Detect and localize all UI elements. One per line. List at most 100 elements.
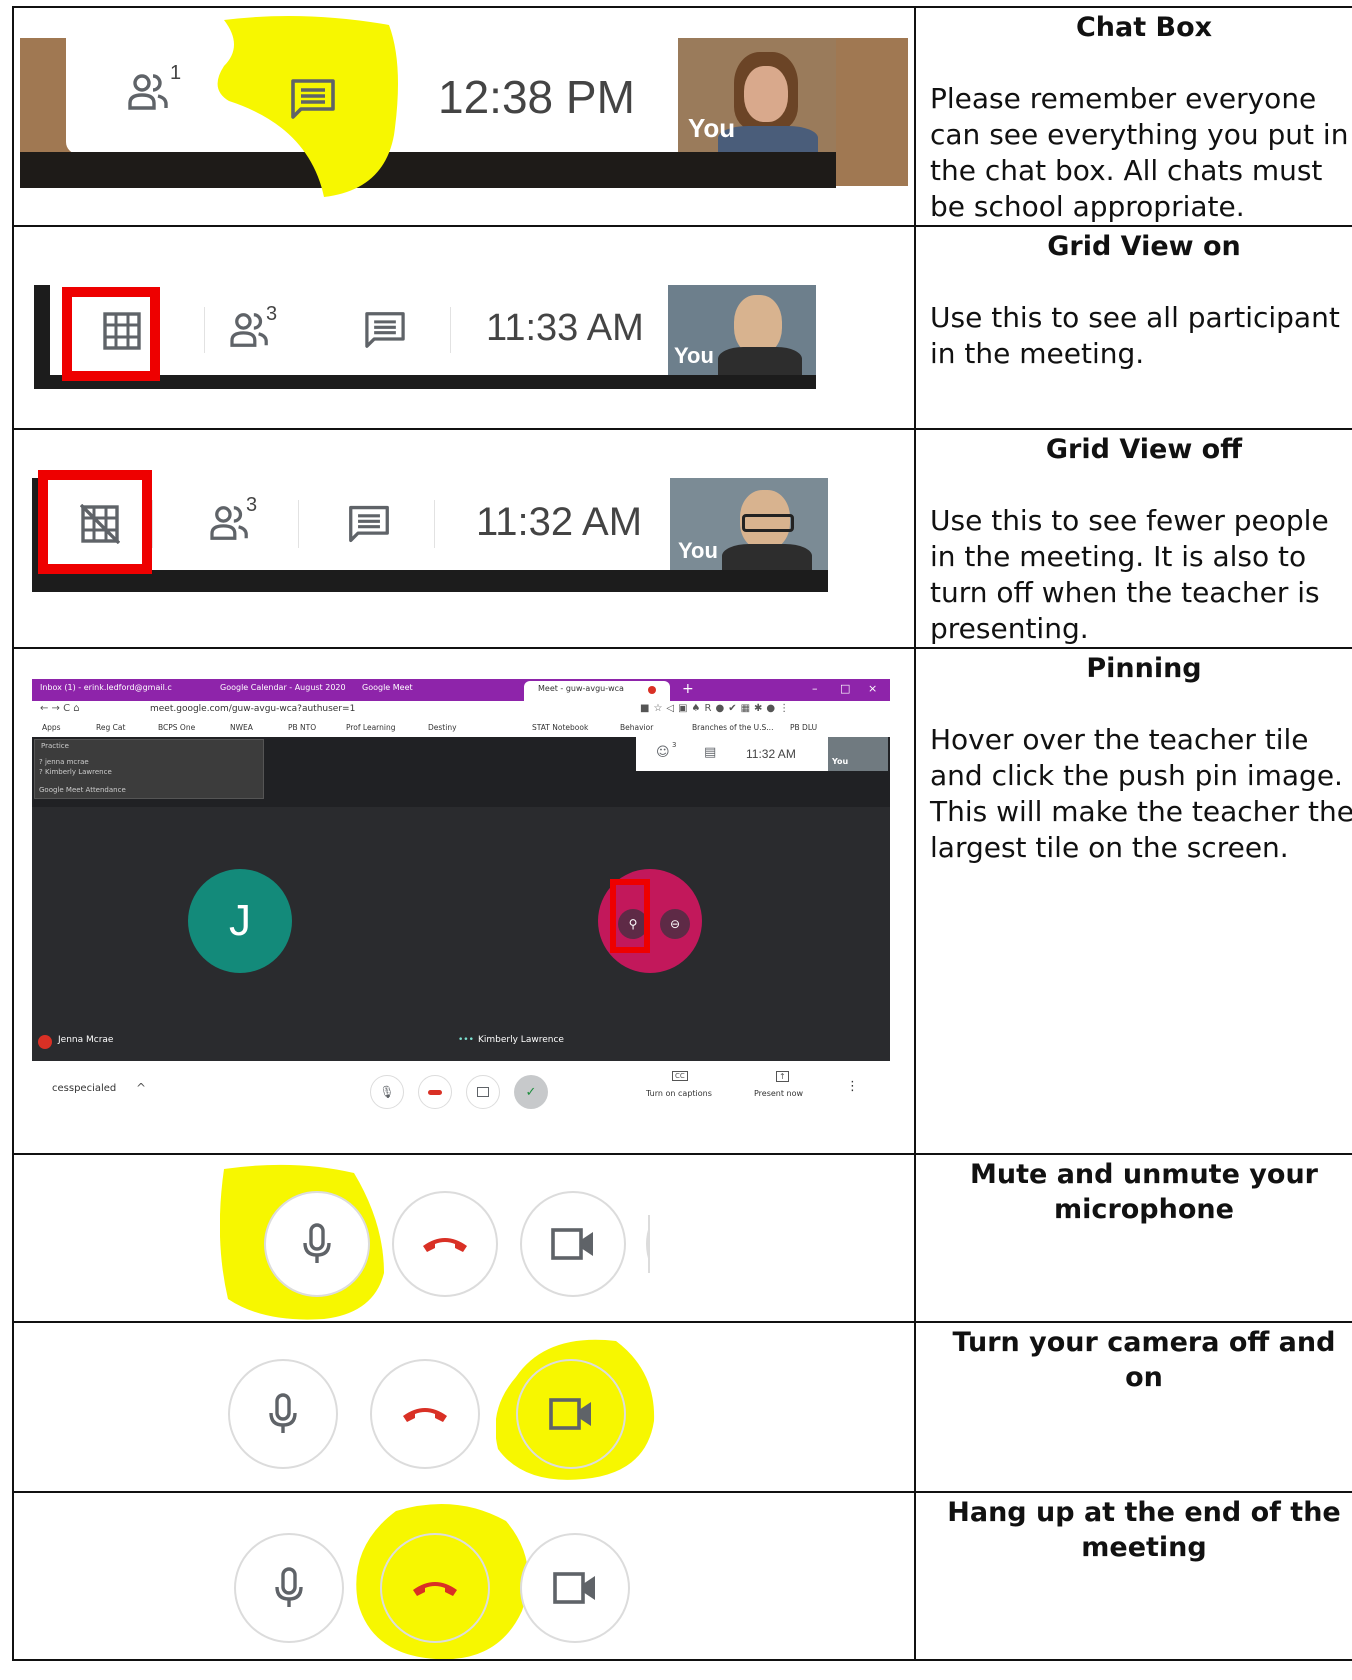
chat-icon-highlighted[interactable] <box>290 78 336 120</box>
bookmark[interactable]: Reg Cat <box>96 723 125 732</box>
camera-button[interactable] <box>516 1359 626 1469</box>
pinning-text: Pinning Hover over the teacher tile and … <box>914 647 1352 1155</box>
close-icon[interactable]: × <box>868 682 877 695</box>
maximize-icon[interactable]: □ <box>840 682 850 695</box>
chat-icon[interactable] <box>348 504 390 544</box>
tab-active[interactable]: Meet - guw-avgu-wca <box>524 681 670 701</box>
separator <box>434 500 435 548</box>
hangup-icon <box>403 1408 447 1422</box>
camera-icon <box>551 1228 593 1260</box>
attendance-panel: Practice ? jenna mcrae ? Kimberly Lawren… <box>34 739 264 799</box>
self-label: You <box>674 343 714 368</box>
row-chat-box: 1 12:38 PM You Chat Box Please remember … <box>12 6 1352 227</box>
camera-icon <box>477 1087 489 1097</box>
meet-bottom-bar: cesspecialed ^ 🎙 ✓ CC Turn on captions ↑… <box>32 1061 890 1119</box>
camera-button[interactable] <box>520 1191 626 1297</box>
mic-icon <box>269 1393 297 1433</box>
more-options-icon[interactable]: ⋮ <box>846 1079 859 1094</box>
bookmark[interactable]: Destiny <box>428 723 457 732</box>
dark-strip <box>20 152 836 188</box>
chevron-up-icon[interactable]: ^ <box>136 1081 146 1095</box>
row-description: Use this to see fewer people in the meet… <box>930 504 1329 645</box>
captions-icon[interactable]: CC <box>672 1071 688 1081</box>
bookmark[interactable]: STAT Notebook <box>532 723 588 732</box>
bookmark[interactable]: BCPS One <box>158 723 195 732</box>
name-label-right: Kimberly Lawrence <box>478 1035 564 1045</box>
mic-off-icon <box>38 1035 52 1049</box>
row-title: Mute and unmute your microphone <box>970 1159 1318 1225</box>
camera-button[interactable] <box>520 1533 630 1643</box>
participant-count: 3 <box>266 303 278 325</box>
mute-text: Mute and unmute your microphone <box>914 1153 1352 1323</box>
hangup-screenshot <box>12 1491 916 1661</box>
chat-box-text: Chat Box Please remember everyone can se… <box>914 6 1352 227</box>
self-video-body <box>722 544 812 570</box>
extension-icons[interactable]: ■☆◁▣♠R●✔▦✱●⋮ <box>640 703 793 714</box>
self-video-face <box>734 295 782 355</box>
mic-button[interactable] <box>264 1191 370 1297</box>
mic-button[interactable] <box>234 1533 344 1643</box>
url-field[interactable]: meet.google.com/guw-avgu-wca?authuser=1 <box>150 704 355 714</box>
mic-button[interactable] <box>228 1359 338 1469</box>
check-button[interactable]: ✓ <box>514 1075 548 1109</box>
present-label[interactable]: Present now <box>754 1089 803 1098</box>
hangup-button[interactable] <box>370 1359 480 1469</box>
tab-meet-label: Meet - guw-avgu-wca <box>538 684 624 693</box>
hangup-button[interactable] <box>418 1075 452 1109</box>
red-annotation-box <box>610 879 650 953</box>
bookmark[interactable]: Prof Learning <box>346 723 395 732</box>
separator <box>152 500 153 548</box>
browser-tab-strip: Inbox (1) - erink.ledford@gmail.c Google… <box>32 679 890 701</box>
remove-icon[interactable]: ⊖ <box>660 909 690 939</box>
red-annotation-box <box>62 287 160 381</box>
tab-inbox[interactable]: Inbox (1) - erink.ledford@gmail.c <box>40 683 172 692</box>
camera-icon <box>549 1398 591 1430</box>
bookmark[interactable]: NWEA <box>230 723 253 732</box>
hangup-button[interactable] <box>392 1191 498 1297</box>
hangup-text: Hang up at the end of the meeting <box>914 1491 1352 1661</box>
separator <box>298 500 299 548</box>
captions-label[interactable]: Turn on captions <box>646 1089 712 1098</box>
bookmark[interactable]: Branches of the U.S... <box>692 723 773 732</box>
row-title: Turn your camera off and on <box>952 1327 1336 1393</box>
people-icon[interactable] <box>128 72 172 112</box>
guide-table: 1 12:38 PM You Chat Box Please remember … <box>12 6 1352 1661</box>
self-video-face <box>744 66 788 122</box>
separator <box>450 307 451 353</box>
grid-off-screenshot: 3 11:32 AM You <box>12 428 916 649</box>
hangup-button[interactable] <box>380 1533 490 1643</box>
chat-icon[interactable]: ▤ <box>704 745 716 760</box>
tab-google-meet[interactable]: Google Meet <box>362 683 413 692</box>
bookmark[interactable]: PB NTO <box>288 723 316 732</box>
row-description: Please remember everyone can see everyth… <box>930 82 1349 223</box>
row-title: Chat Box <box>1075 12 1213 43</box>
video-grid: J ⚲ ⊖ Jenna Mcrae ••• Kimberly Lawrence <box>32 807 890 1061</box>
bookmark[interactable]: Apps <box>42 723 61 732</box>
chat-box-screenshot: 1 12:38 PM You <box>12 6 916 227</box>
self-label: You <box>678 538 718 563</box>
row-grid-view-on: 3 11:33 AM You Grid View on Use this to … <box>12 225 1352 430</box>
row-title: Grid View on <box>1047 231 1241 262</box>
bookmark[interactable]: Behavior <box>620 723 653 732</box>
people-icon[interactable]: ☺ <box>656 745 670 760</box>
row-pinning: Inbox (1) - erink.ledford@gmail.c Google… <box>12 647 1352 1155</box>
chat-icon[interactable] <box>364 311 406 349</box>
present-icon[interactable]: ↑ <box>776 1071 789 1082</box>
camera-button[interactable] <box>466 1075 500 1109</box>
self-video-thumbnail: You <box>678 38 836 152</box>
new-tab-icon[interactable]: + <box>682 681 694 697</box>
mute-screenshot <box>12 1153 916 1323</box>
meeting-name[interactable]: cesspecialed <box>52 1083 116 1094</box>
tab-calendar[interactable]: Google Calendar - August 2020 <box>220 683 346 692</box>
mic-button[interactable]: 🎙 <box>370 1075 404 1109</box>
bookmarks-bar: Apps Reg Cat BCPS One NWEA PB NTO Prof L… <box>32 719 890 738</box>
back-forward-icons[interactable]: ← → C ⌂ <box>40 703 80 714</box>
minimize-icon[interactable]: – <box>812 682 818 695</box>
row-mute: Mute and unmute your microphone <box>12 1153 1352 1323</box>
avatar-left: J <box>188 869 292 973</box>
bookmark[interactable]: PB DLU <box>790 723 817 732</box>
hangup-icon <box>428 1089 442 1095</box>
self-video-glasses <box>742 514 794 532</box>
self-video-thumbnail: You <box>670 478 828 570</box>
clock-time: 11:32 AM <box>746 747 796 761</box>
